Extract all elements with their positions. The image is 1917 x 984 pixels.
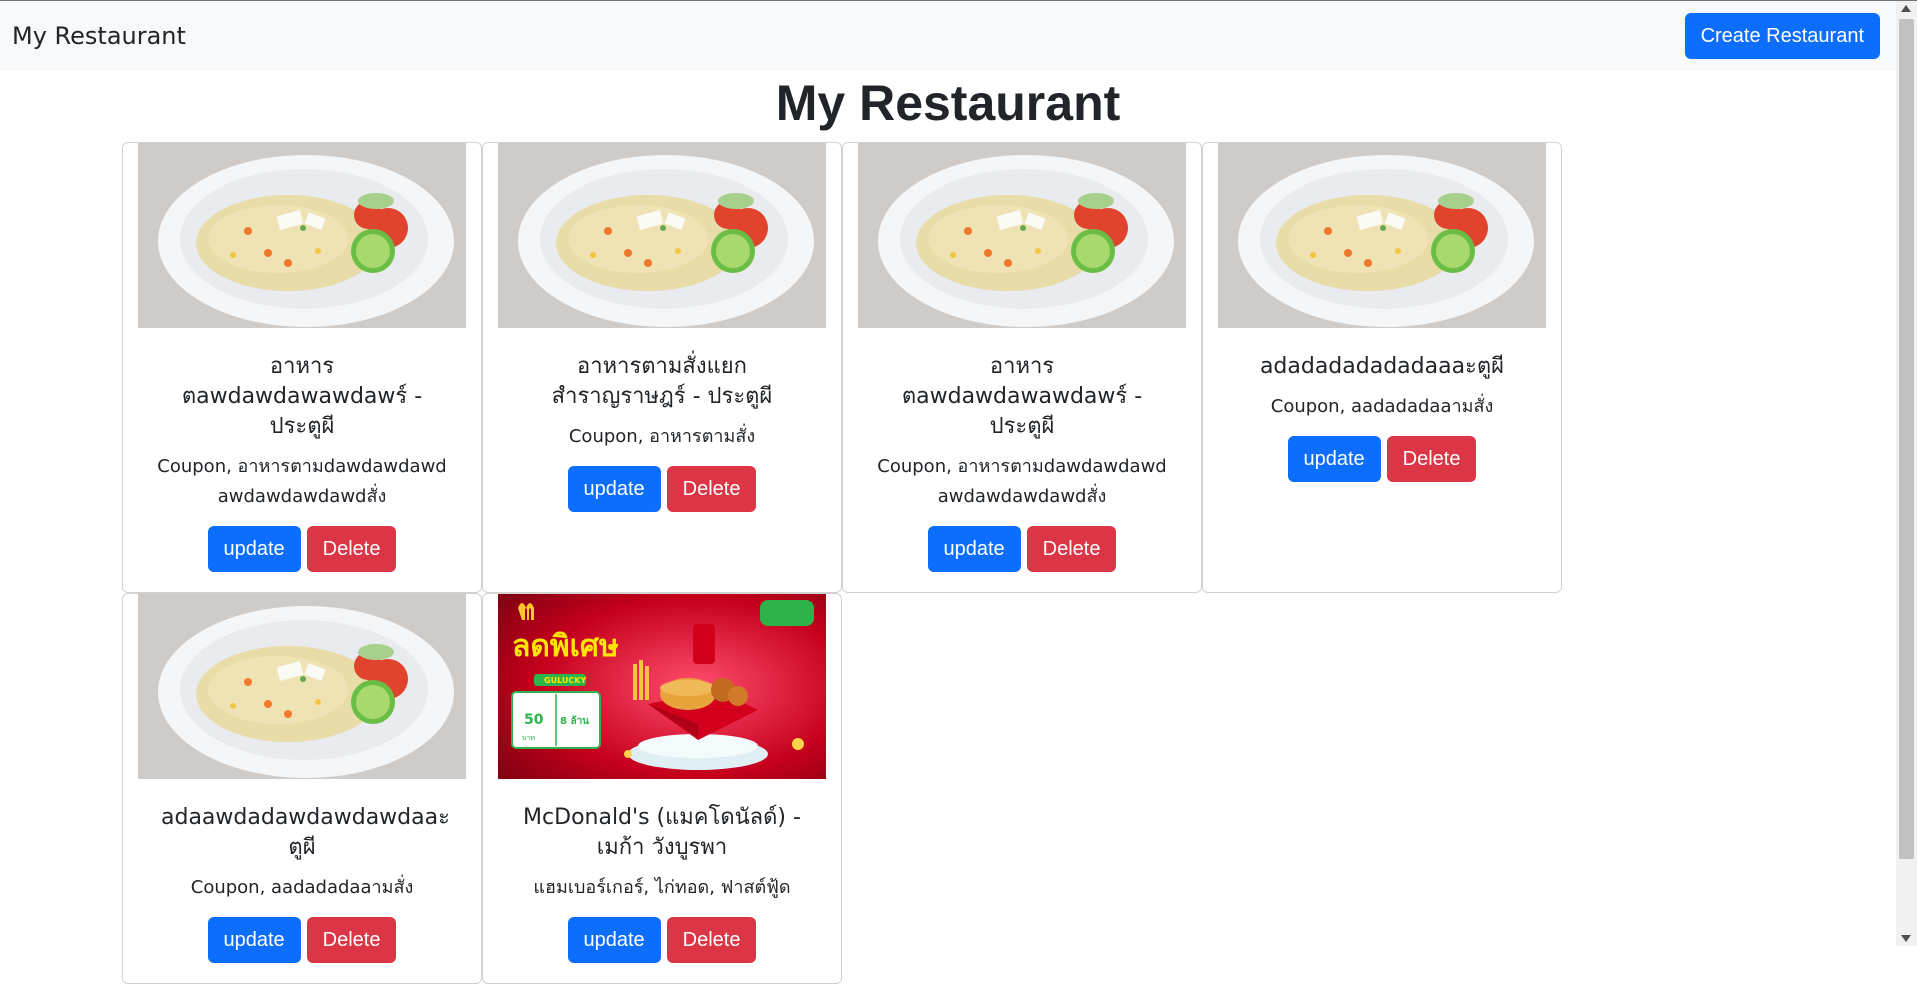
restaurant-name: McDonald's (แมคโดนัลด์) - เมก้า วังบูรพา <box>523 805 801 860</box>
scroll-up-arrow-icon[interactable] <box>1901 5 1911 12</box>
promo-value-2: 8 ล้าน <box>560 715 589 727</box>
update-button[interactable]: update <box>207 917 301 963</box>
update-button[interactable]: update <box>567 466 661 512</box>
restaurant-categories: Coupon, อาหารตามdawdawdawdawdawdawdawdสั… <box>877 456 1167 507</box>
mcdonalds-promo-image: ลดพิเศษ GULUCKY 50 บาท 8 ล้าน <box>498 594 826 779</box>
restaurant-image <box>138 594 466 779</box>
restaurant-name: อาหารตawdawdawawdawร์ - ประตูผี <box>181 354 423 439</box>
restaurant-image <box>138 143 466 328</box>
update-button[interactable]: update <box>207 526 301 572</box>
restaurant-categories: Coupon, อาหารตามdawdawdawdawdawdawdawdสั… <box>157 456 447 507</box>
restaurant-categories: แฮมเบอร์เกอร์, ไก่ทอด, ฟาสต์ฟู้ด <box>533 877 791 898</box>
promo-code: GULUCKY <box>544 676 586 685</box>
delete-button[interactable]: Delete <box>1026 526 1117 572</box>
delete-button[interactable]: Delete <box>306 526 397 572</box>
scroll-down-arrow-icon[interactable] <box>1901 935 1911 942</box>
restaurant-image <box>498 143 826 328</box>
scrollbar-thumb[interactable] <box>1899 19 1914 859</box>
page-title: My Restaurant <box>775 75 1121 131</box>
restaurant-name: อาหารตawdawdawawdawร์ - ประตูผี <box>901 354 1143 439</box>
restaurant-card: อาหารตawdawdawawdawร์ - ประตูผี Coupon, … <box>842 142 1202 593</box>
delete-button[interactable]: Delete <box>666 466 757 512</box>
delete-button[interactable]: Delete <box>1386 436 1477 482</box>
create-restaurant-button[interactable]: Create Restaurant <box>1684 13 1880 59</box>
restaurant-categories: Coupon, อาหารตามสั่ง <box>568 426 756 447</box>
restaurant-image <box>858 143 1186 328</box>
restaurant-categories: Coupon, aadadadaaามสั่ง <box>1270 396 1494 417</box>
restaurant-card: adaawdadawdawdawdaaะตูผี Coupon, aadadad… <box>122 593 482 984</box>
promo-unit: บาท <box>522 734 535 742</box>
restaurant-card: อาหารตามสั่งแยกสำราญราษฎร์ - ประตูผี Cou… <box>482 142 842 593</box>
vertical-scrollbar[interactable] <box>1896 1 1917 946</box>
restaurant-name: อาหารตามสั่งแยกสำราญราษฎร์ - ประตูผี <box>551 354 773 409</box>
restaurant-image <box>1218 143 1546 328</box>
restaurant-card: ลดพิเศษ GULUCKY 50 บาท 8 ล้าน McDonald's <box>482 593 842 984</box>
delete-button[interactable]: Delete <box>306 917 397 963</box>
promo-headline: ลดพิเศษ <box>512 629 619 664</box>
restaurant-card: อาหารตawdawdawawdawร์ - ประตูผี Coupon, … <box>122 142 482 593</box>
navbar: My Restaurant Create Restaurant <box>0 1 1896 71</box>
delete-button[interactable]: Delete <box>666 917 757 963</box>
restaurant-card: adadadadadadaaaะตูผี Coupon, aadadadaaาม… <box>1202 142 1562 593</box>
update-button[interactable]: update <box>567 917 661 963</box>
promo-value-1: 50 <box>524 712 544 728</box>
restaurant-name: adaawdadawdawdawdaaะตูผี <box>161 805 450 860</box>
restaurant-grid: อาหารตawdawdawawdawร์ - ประตูผี Coupon, … <box>122 142 1562 984</box>
update-button[interactable]: update <box>1287 436 1381 482</box>
navbar-brand[interactable]: My Restaurant <box>12 22 186 50</box>
restaurant-categories: Coupon, aadadadaaามสั่ง <box>190 877 414 898</box>
update-button[interactable]: update <box>927 526 1021 572</box>
restaurant-name: adadadadadadaaaะตูผี <box>1259 354 1505 379</box>
